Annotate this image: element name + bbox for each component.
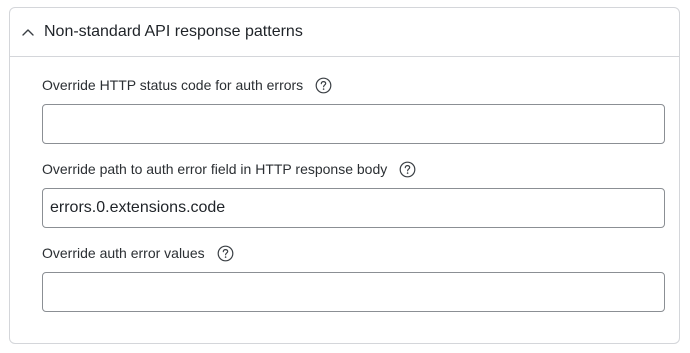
http-status-code-input[interactable] <box>42 104 665 144</box>
section-header-toggle[interactable]: Non-standard API response patterns <box>10 8 679 57</box>
auth-error-values-input[interactable] <box>42 272 665 312</box>
field-label: Override path to auth error field in HTT… <box>42 161 388 177</box>
help-icon[interactable] <box>399 161 416 178</box>
help-icon[interactable] <box>315 77 332 94</box>
auth-error-path-input[interactable] <box>42 188 665 228</box>
chevron-up-icon[interactable] <box>21 25 35 39</box>
field-auth-error-values: Override auth error values <box>42 243 665 312</box>
section-title: Non-standard API response patterns <box>44 23 303 40</box>
help-icon[interactable] <box>217 245 234 262</box>
field-label: Override HTTP status code for auth error… <box>42 77 304 93</box>
field-http-status-code: Override HTTP status code for auth error… <box>42 75 665 144</box>
collapsible-section: Non-standard API response patterns Overr… <box>9 7 680 344</box>
field-auth-error-path: Override path to auth error field in HTT… <box>42 159 665 228</box>
field-label: Override auth error values <box>42 245 205 261</box>
